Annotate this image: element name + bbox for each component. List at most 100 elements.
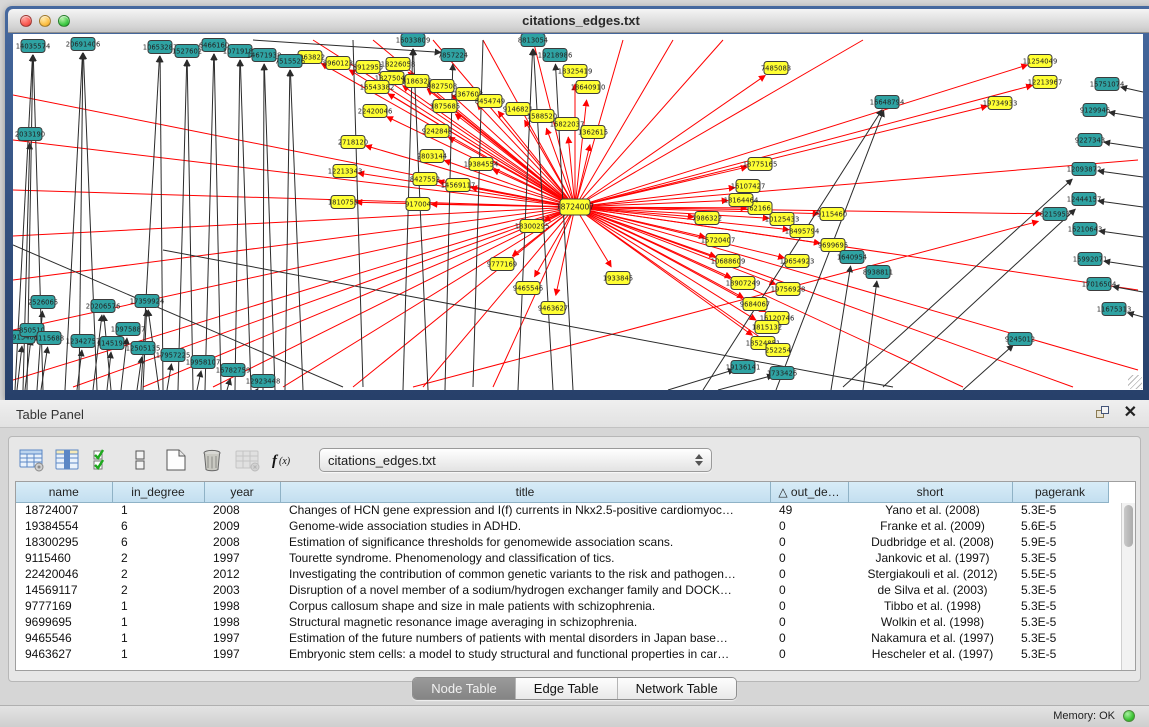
graph-node[interactable]: 14569117 xyxy=(441,179,476,192)
graph-node[interactable]: 1733426 xyxy=(767,367,797,380)
cell-year[interactable]: 1997 xyxy=(204,550,280,566)
graph-node[interactable]: 2718120 xyxy=(338,136,368,149)
graph-node[interactable]: 2526065 xyxy=(28,296,58,309)
table-row[interactable]: 1872400712008Changes of HCN gene express… xyxy=(16,502,1108,518)
new-column-icon[interactable] xyxy=(161,446,191,474)
graph-node[interactable]: 18495794 xyxy=(785,225,820,238)
cell-year[interactable]: 2008 xyxy=(204,534,280,550)
table-row[interactable]: 977716911998Corpus callosum shape and si… xyxy=(16,598,1108,614)
float-panel-icon[interactable] xyxy=(1096,406,1110,420)
graph-node[interactable]: 16210643 xyxy=(1068,223,1103,236)
cell-in_degree[interactable]: 2 xyxy=(112,566,204,582)
cell-out_de[interactable]: 0 xyxy=(770,550,848,566)
table-row[interactable]: 946554611997Estimation of the future num… xyxy=(16,630,1108,646)
cell-title[interactable]: Corpus callosum shape and size in male p… xyxy=(280,598,770,614)
cell-in_degree[interactable]: 2 xyxy=(112,550,204,566)
cell-out_de[interactable]: 0 xyxy=(770,534,848,550)
cell-title[interactable]: Disruption of a novel member of a sodium… xyxy=(280,582,770,598)
cell-pagerank[interactable]: 5.5E-5 xyxy=(1012,566,1108,582)
graph-node[interactable]: 18907249 xyxy=(726,277,761,290)
graph-node[interactable]: 9699695 xyxy=(818,239,848,252)
cell-out_de[interactable]: 0 xyxy=(770,598,848,614)
graph-node[interactable]: 19136141 xyxy=(726,361,761,374)
cell-title[interactable]: Genome-wide association studies in ADHD. xyxy=(280,518,770,534)
cell-short[interactable]: Dudbridge et al. (2008) xyxy=(848,534,1012,550)
graph-node[interactable]: 1875685 xyxy=(430,100,460,113)
table-scrollbar[interactable] xyxy=(1121,503,1135,670)
graph-node[interactable]: 252254 xyxy=(765,344,791,357)
graph-node[interactable]: 20691406 xyxy=(66,38,101,51)
cell-short[interactable]: Franke et al. (2009) xyxy=(848,518,1012,534)
graph-node[interactable]: 2803144 xyxy=(417,150,447,163)
graph-node[interactable]: 9684067 xyxy=(740,298,770,311)
graph-node[interactable]: 8215953 xyxy=(1040,208,1070,221)
cell-year[interactable]: 1998 xyxy=(204,614,280,630)
cell-title[interactable]: Changes of HCN gene expression and I(f) … xyxy=(280,502,770,518)
cell-title[interactable]: Estimation of the future numbers of pati… xyxy=(280,630,770,646)
cell-name[interactable]: 9465546 xyxy=(16,630,112,646)
graph-node[interactable]: 18164464 xyxy=(724,194,759,207)
graph-node[interactable]: 14035574 xyxy=(16,40,51,53)
cell-title[interactable]: Embryonic stem cells: a model to study s… xyxy=(280,646,770,662)
cell-name[interactable]: 18724007 xyxy=(16,502,112,518)
graph-node[interactable]: 917004 xyxy=(405,198,431,211)
graph-node[interactable]: 16033809 xyxy=(396,34,431,47)
cell-out_de[interactable]: 0 xyxy=(770,582,848,598)
graph-node[interactable]: 17016504 xyxy=(1082,278,1117,291)
tab-network-table[interactable]: Network Table xyxy=(618,678,736,699)
graph-node[interactable]: 7986322 xyxy=(692,212,722,225)
cell-in_degree[interactable]: 1 xyxy=(112,502,204,518)
cell-pagerank[interactable]: 5.3E-5 xyxy=(1012,630,1108,646)
graph-node[interactable]: 19654923 xyxy=(780,255,815,268)
cell-short[interactable]: Hescheler et al. (1997) xyxy=(848,646,1012,662)
table-row[interactable]: 1830029562008Estimation of significance … xyxy=(16,534,1108,550)
function-builder-icon[interactable]: f(x) xyxy=(269,446,299,474)
graph-node[interactable]: 18724007 xyxy=(556,199,594,215)
graph-node[interactable]: 19218986 xyxy=(538,49,573,62)
graph-node[interactable]: 1362615 xyxy=(578,126,608,139)
cell-short[interactable]: Wolkin et al. (1998) xyxy=(848,614,1012,630)
cell-in_degree[interactable]: 6 xyxy=(112,534,204,550)
select-functions-icon[interactable] xyxy=(89,446,119,474)
cell-pagerank[interactable]: 5.3E-5 xyxy=(1012,550,1108,566)
cell-pagerank[interactable]: 5.9E-5 xyxy=(1012,534,1108,550)
cell-in_degree[interactable]: 6 xyxy=(112,518,204,534)
cell-title[interactable]: Estimation of significance thresholds fo… xyxy=(280,534,770,550)
cell-pagerank[interactable]: 5.6E-5 xyxy=(1012,518,1108,534)
graph-node[interactable]: 19734933 xyxy=(983,97,1018,110)
graph-node[interactable]: 1115688 xyxy=(34,332,64,345)
cell-name[interactable]: 14569117 xyxy=(16,582,112,598)
tab-node-table[interactable]: Node Table xyxy=(413,678,516,699)
graph-node[interactable]: 9463627 xyxy=(538,302,568,315)
graph-node[interactable]: 11254049 xyxy=(1023,55,1058,68)
cell-pagerank[interactable]: 5.3E-5 xyxy=(1012,502,1108,518)
graph-node[interactable]: 8454749 xyxy=(475,95,505,108)
cell-year[interactable]: 2008 xyxy=(204,502,280,518)
graph-node[interactable]: 18226058 xyxy=(381,58,416,71)
table-row[interactable]: 1456911722003Disruption of a novel membe… xyxy=(16,582,1108,598)
graph-node[interactable]: 8427552 xyxy=(410,173,440,186)
graph-node[interactable]: 9242848 xyxy=(422,125,452,138)
cell-out_de[interactable]: 0 xyxy=(770,518,848,534)
graph-node[interactable]: 15720407 xyxy=(701,234,736,247)
column-header-short[interactable]: short xyxy=(848,482,1012,502)
graph-node[interactable]: 7515526 xyxy=(275,55,305,68)
graph-node[interactable]: 1527602 xyxy=(172,45,202,58)
graph-node[interactable]: 9777169 xyxy=(487,258,517,271)
cell-title[interactable]: Investigating the contribution of common… xyxy=(280,566,770,582)
graph-node[interactable]: 1810755 xyxy=(328,196,358,209)
cell-short[interactable]: Jankovic et al. (1997) xyxy=(848,550,1012,566)
tab-edge-table[interactable]: Edge Table xyxy=(516,678,618,699)
graph-node[interactable]: 9129946 xyxy=(1080,104,1110,117)
cell-title[interactable]: Structural magnetic resonance image aver… xyxy=(280,614,770,630)
cell-title[interactable]: Tourette syndrome. Phenomenology and cla… xyxy=(280,550,770,566)
graph-node[interactable]: 9115460 xyxy=(817,208,847,221)
graph-node[interactable]: 15751074 xyxy=(1090,78,1125,91)
table-row[interactable]: 1938455462009Genome-wide association stu… xyxy=(16,518,1108,534)
graph-node[interactable]: 9465546 xyxy=(513,282,543,295)
graph-node[interactable]: 8960123 xyxy=(323,57,353,70)
cell-pagerank[interactable]: 5.3E-5 xyxy=(1012,614,1108,630)
close-panel-icon[interactable]: ✕ xyxy=(1124,406,1137,420)
table-mode-icon[interactable] xyxy=(17,446,47,474)
cell-short[interactable]: Stergiakouli et al. (2012) xyxy=(848,566,1012,582)
